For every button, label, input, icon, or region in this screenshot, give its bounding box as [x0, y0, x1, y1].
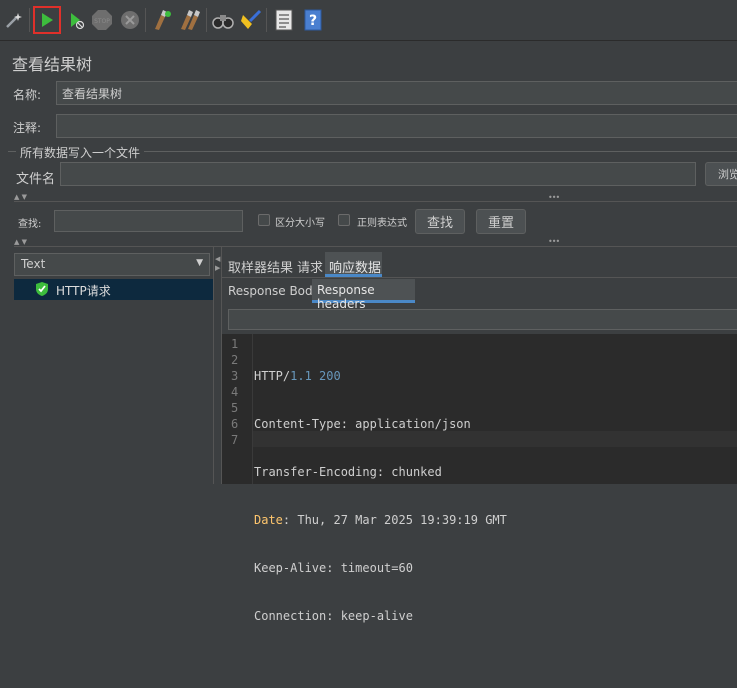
tab-response-body[interactable]: Response Body — [228, 284, 320, 298]
header-line: HTTP/1.1 200 — [254, 369, 341, 383]
browse-button[interactable]: 浏览 — [705, 162, 737, 186]
renderer-select[interactable]: Text ▼ — [14, 253, 210, 276]
tree-item-label: HTTP请求 — [56, 284, 111, 298]
find-button[interactable]: 查找 — [415, 209, 465, 234]
help-icon[interactable]: ? — [301, 8, 325, 32]
comment-field[interactable] — [56, 114, 737, 138]
tab-response-headers[interactable]: Response headers — [312, 279, 415, 311]
header-line: Content-Type: application/json — [254, 417, 471, 431]
run-icon[interactable] — [33, 6, 61, 34]
line-numbers: 1 2 3 4 5 6 7 — [231, 337, 239, 447]
clear-all-icon[interactable] — [178, 8, 202, 32]
regex-checkbox[interactable] — [338, 214, 350, 226]
splitter-handle[interactable]: ••• — [548, 237, 560, 246]
case-sensitive-checkbox[interactable] — [258, 214, 270, 226]
search-binoculars-icon[interactable] — [211, 8, 235, 32]
tab-request[interactable]: 请求 — [297, 257, 323, 276]
broom-icon[interactable] — [239, 8, 263, 32]
response-search-field[interactable] — [228, 309, 737, 330]
divider — [14, 201, 737, 202]
header-line: Transfer-Encoding: chunked — [254, 465, 442, 479]
tab-sampler-result[interactable]: 取样器结果 — [228, 257, 293, 276]
chevron-down-icon: ▼ — [196, 258, 203, 268]
toolbar: STOP ? — [0, 0, 737, 41]
header-line: Keep-Alive: timeout=60 — [254, 561, 413, 575]
case-sensitive-label: 区分大小写 — [275, 218, 325, 229]
tab-response-data[interactable]: 响应数据 — [325, 252, 382, 277]
tree-item[interactable]: HTTP请求 — [14, 279, 213, 300]
filename-label: 文件名 — [16, 172, 56, 187]
log-viewer-icon[interactable] — [272, 8, 296, 32]
page-title: 查看结果树 — [12, 55, 93, 74]
tab-label: Response headers — [317, 283, 375, 311]
comment-label: 注释: — [13, 121, 42, 135]
reset-button[interactable]: 重置 — [476, 209, 526, 234]
gutter-border — [252, 334, 253, 484]
filename-field[interactable] — [60, 162, 696, 186]
shutdown-icon[interactable] — [118, 8, 142, 32]
group-border — [144, 151, 737, 152]
tab-label: 响应数据 — [329, 261, 382, 276]
name-field[interactable]: 查看结果树 — [56, 81, 737, 105]
clear-icon[interactable] — [150, 8, 174, 32]
search-label: 查找: — [18, 219, 42, 230]
divider — [14, 246, 737, 247]
regex-label: 正则表达式 — [357, 218, 407, 229]
success-shield-icon — [35, 281, 49, 300]
wand-icon[interactable] — [2, 8, 26, 32]
collapse-arrows[interactable]: ◀ ▶ — [215, 255, 220, 273]
divider — [222, 277, 737, 278]
stop-icon[interactable]: STOP — [90, 8, 114, 32]
response-headers-editor[interactable]: 1 2 3 4 5 6 7 HTTP/1.1 200 Content-Type:… — [222, 334, 737, 623]
collapse-arrows[interactable]: ▲ ▼ — [14, 193, 27, 201]
name-label: 名称: — [13, 88, 42, 102]
file-group-label: 所有数据写入一个文件 — [20, 146, 141, 160]
svg-text:STOP: STOP — [94, 18, 110, 25]
renderer-select-value: Text — [21, 257, 46, 271]
header-lines: HTTP/1.1 200 Content-Type: application/j… — [254, 336, 507, 688]
group-border — [8, 151, 16, 152]
svg-text:?: ? — [309, 13, 317, 29]
search-input[interactable] — [54, 210, 243, 232]
collapse-arrows[interactable]: ▲ ▼ — [14, 238, 27, 246]
divider — [213, 247, 214, 484]
header-line: Date: Thu, 27 Mar 2025 19:39:19 GMT — [254, 513, 507, 527]
header-line: Connection: keep-alive — [254, 609, 413, 623]
run-no-pause-icon[interactable] — [64, 8, 88, 32]
